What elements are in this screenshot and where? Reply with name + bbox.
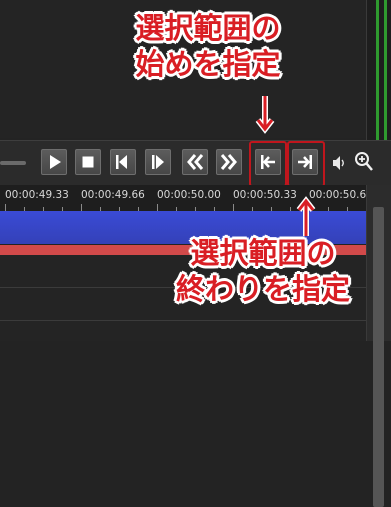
selection-start-annotation: 選択範囲の 始めを指定 — [108, 10, 308, 82]
selection-start-highlight — [249, 141, 287, 187]
timecode-label: 00:00:50.6 — [309, 189, 367, 201]
ruler-tick — [157, 204, 158, 211]
stop-icon — [82, 156, 94, 168]
selection-end-highlight — [287, 141, 325, 187]
audio-meter-right — [384, 0, 387, 140]
play-icon — [50, 155, 61, 169]
seek-slider[interactable] — [0, 161, 26, 165]
annotation-line: 終わりを指定 — [175, 272, 350, 306]
ruler-tick — [233, 204, 234, 211]
zoom-in-icon[interactable] — [354, 151, 374, 173]
step-back-icon — [116, 155, 127, 169]
annotation-line: 始めを指定 — [135, 47, 281, 81]
transport-bar — [0, 140, 391, 187]
play-button[interactable] — [41, 149, 67, 175]
vertical-scrollbar[interactable] — [366, 185, 391, 507]
timecode-label: 00:00:50.33 — [233, 189, 297, 201]
ruler-tick — [5, 204, 6, 211]
scrollbar-thumb[interactable] — [373, 207, 384, 507]
audio-meter-panel — [366, 0, 391, 140]
ruler-tick — [81, 204, 82, 211]
timecode-label: 00:00:50.00 — [157, 189, 221, 201]
rewind-button[interactable] — [182, 149, 208, 175]
next-frame-button[interactable] — [145, 149, 171, 175]
timecode-label: 00:00:49.66 — [81, 189, 145, 201]
annotation-line: 選択範囲の — [190, 236, 336, 270]
audio-meter-left — [376, 0, 379, 140]
double-chevron-right-icon — [220, 154, 237, 170]
arrow-down-icon — [255, 96, 275, 134]
fast-forward-button[interactable] — [216, 149, 242, 175]
selection-end-annotation: 選択範囲の 終わりを指定 — [158, 235, 368, 307]
double-chevron-left-icon — [187, 154, 204, 170]
track-divider — [0, 320, 366, 321]
annotation-line: 選択範囲の — [135, 11, 281, 45]
step-forward-icon — [152, 155, 164, 169]
timecode-label: 00:00:49.33 — [5, 189, 69, 201]
stop-button[interactable] — [75, 149, 101, 175]
previous-frame-button[interactable] — [110, 149, 136, 175]
speaker-icon[interactable] — [332, 155, 346, 171]
arrow-up-icon — [296, 196, 316, 236]
